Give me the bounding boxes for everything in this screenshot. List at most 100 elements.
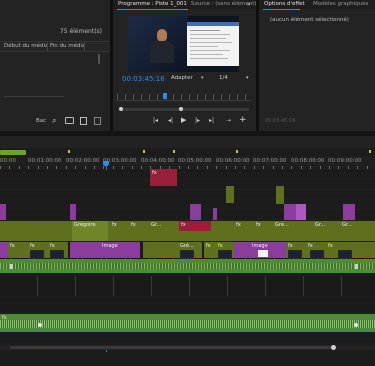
video-clip-purple[interactable]: [70, 204, 76, 220]
resolution-select[interactable]: 1/4 ▾: [217, 75, 253, 83]
audio-clip[interactable]: fx: [0, 314, 375, 332]
video-clip-purple[interactable]: [213, 208, 217, 220]
mini-ruler[interactable]: [117, 94, 251, 101]
effect-timecode: 00:03:45:16: [265, 118, 296, 124]
ruler-tick: [103, 166, 104, 169]
video-clip[interactable]: [276, 186, 284, 204]
clip-label: Gr...: [315, 222, 326, 228]
video-clip-purple[interactable]: [284, 204, 296, 220]
ruler-tick: [226, 166, 227, 169]
video-clip-purple[interactable]: [70, 242, 100, 258]
video-clip[interactable]: fx: [129, 221, 147, 241]
col-divider-2[interactable]: [84, 42, 85, 51]
marker[interactable]: [236, 150, 238, 153]
video-clip-gregoire[interactable]: Grégoire: [72, 221, 108, 241]
more-tabs-icon[interactable]: »: [247, 2, 251, 8]
zoom-bar[interactable]: [119, 107, 249, 111]
clip-fx-badge: fx: [206, 243, 211, 249]
video-clip-purple[interactable]: [190, 204, 201, 220]
keyframe-icon[interactable]: [38, 323, 42, 327]
timeline-header: [0, 136, 375, 148]
mark-out-icon[interactable]: ▸|: [209, 118, 214, 124]
ruler-tick: [254, 166, 255, 169]
list-scrollbar[interactable]: [98, 54, 100, 64]
step-forward-icon[interactable]: |▸: [195, 118, 200, 124]
ruler-tick: [329, 166, 330, 169]
clip-thumbnail: [218, 250, 232, 259]
tab-effect-underline: [263, 9, 300, 10]
ruler-tick: [244, 166, 245, 169]
video-clip[interactable]: [226, 186, 234, 203]
video-clip-purple[interactable]: Image: [100, 242, 140, 258]
keyframe-icon[interactable]: [354, 323, 358, 327]
export-frame-icon[interactable]: ⇢: [226, 118, 231, 124]
marker[interactable]: [68, 150, 70, 153]
marker[interactable]: [10, 264, 13, 269]
effect-controls-panel: Options d'effet Modèles graphiques (aucu…: [259, 0, 375, 131]
play-icon[interactable]: ▶: [181, 117, 186, 124]
ruler-label: 00:06:00:00: [216, 158, 250, 164]
ruler-label: 00:08:00:00: [291, 158, 325, 164]
in-out-range-bar[interactable]: [0, 150, 26, 155]
trash-icon[interactable]: [94, 117, 101, 125]
scroll-handle-right[interactable]: [331, 345, 336, 350]
tab-graphics-templates[interactable]: Modèles graphiques: [313, 1, 368, 8]
col-media-end[interactable]: Fin du média: [50, 43, 85, 50]
clip-fx-badge: fx: [288, 243, 293, 249]
mini-playhead[interactable]: [163, 93, 167, 99]
clip-label: Gr...: [342, 222, 353, 228]
marker[interactable]: [173, 150, 175, 153]
main-video-clip[interactable]: [0, 259, 375, 273]
clip-fx-badge: fx: [328, 243, 333, 249]
video-clip-purple[interactable]: [0, 242, 8, 258]
marker[interactable]: [369, 150, 371, 153]
tab-program[interactable]: Programme : Piste 1_001: [118, 1, 187, 8]
video-clip[interactable]: Gr...: [340, 221, 362, 241]
tab-effect-options[interactable]: Options d'effet: [264, 1, 305, 8]
col-media-start[interactable]: Début du média: [4, 43, 48, 50]
ruler-tick: [207, 166, 208, 169]
program-timecode[interactable]: 00:03:45:16: [122, 76, 165, 83]
new-item-icon[interactable]: [80, 117, 87, 125]
marker[interactable]: [143, 150, 145, 153]
ruler-tick: [235, 166, 236, 169]
zoom-handle-right[interactable]: [179, 107, 183, 111]
marker[interactable]: [355, 264, 358, 269]
step-back-icon[interactable]: ◂|: [168, 118, 173, 124]
hscroll[interactable]: [4, 96, 64, 97]
ruler-tick: [38, 166, 39, 169]
video-clip[interactable]: fx: [204, 242, 216, 258]
scroll-thumb[interactable]: [10, 346, 334, 349]
ruler-tick: [141, 166, 142, 169]
timeline-hscrollbar[interactable]: [0, 345, 375, 350]
chevron-down-icon: ▾: [201, 75, 204, 81]
video-clip[interactable]: Gr...: [313, 221, 331, 241]
fit-select[interactable]: Adapter ▾: [169, 75, 207, 83]
video-clip[interactable]: fx: [234, 221, 252, 241]
ruler-tick: [85, 166, 86, 169]
video-clip-purple[interactable]: [0, 204, 6, 220]
video-clip-red[interactable]: fx: [179, 221, 211, 231]
add-button-icon[interactable]: +: [239, 116, 247, 125]
ruler-label: 00:01:00:00: [28, 158, 62, 164]
video-clip[interactable]: fx: [8, 242, 28, 258]
clip-thumbnail: [180, 250, 194, 259]
audio-waveform: [0, 320, 375, 328]
video-clip-purple[interactable]: [343, 204, 355, 220]
ruler-label: 00:05:00:00: [178, 158, 212, 164]
empty-selection-message: (aucun élément sélectionné): [270, 17, 349, 23]
video-clip[interactable]: Gr...: [149, 221, 173, 241]
video-clip[interactable]: [143, 242, 178, 258]
clip-label: Image: [252, 243, 268, 249]
video-clip[interactable]: fx: [254, 221, 272, 241]
video-clip-red[interactable]: fx: [150, 169, 177, 186]
search-icon[interactable]: ⌕: [52, 117, 56, 125]
zoom-handle-left[interactable]: [119, 107, 123, 111]
video-clip[interactable]: Gré...: [273, 221, 299, 241]
video-clip[interactable]: fx: [110, 221, 128, 241]
col-divider[interactable]: [47, 42, 48, 51]
new-bin-icon[interactable]: [65, 117, 74, 124]
mark-in-icon[interactable]: |◂: [153, 118, 158, 124]
clip-label: Gré...: [275, 222, 289, 228]
video-clip-purple[interactable]: [296, 204, 306, 220]
